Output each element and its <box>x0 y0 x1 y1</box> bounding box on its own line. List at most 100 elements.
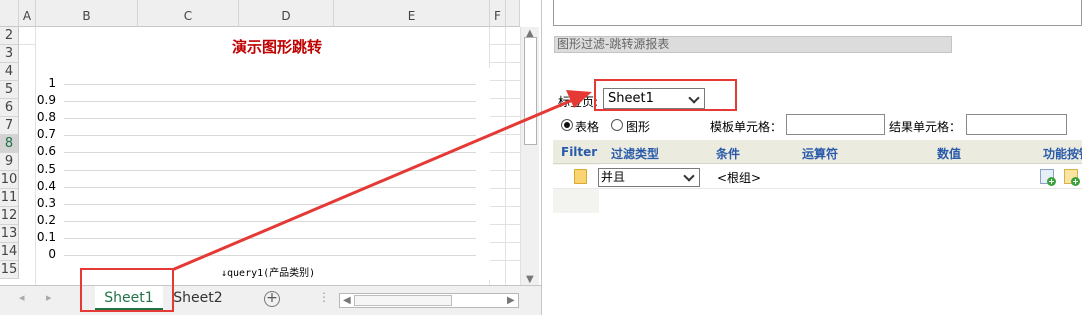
column-header-c[interactable]: C <box>138 0 239 27</box>
radio-chart[interactable] <box>611 119 623 131</box>
scroll-left-icon[interactable]: ◀ <box>343 295 351 306</box>
vertical-scrollbar[interactable]: ▲ ▼ <box>520 27 539 289</box>
y-gridline <box>64 237 476 239</box>
template-cell-input[interactable] <box>786 114 885 135</box>
header-operator: 运算符 <box>802 147 839 161</box>
header-condition: 条件 <box>716 147 741 161</box>
y-tick-label: 0.1 <box>36 229 56 244</box>
grid-line <box>490 116 520 117</box>
radio-chart-label: 图形 <box>626 120 651 134</box>
column-header-e[interactable]: E <box>334 0 490 27</box>
header-function-buttons: 功能按钮 <box>1043 147 1082 161</box>
horizontal-scrollbar[interactable]: ◀ ▶ <box>339 293 519 308</box>
row-header-6[interactable]: 6 <box>0 99 19 117</box>
grid-line <box>490 98 520 99</box>
section-title: 图形过滤-跳转源报表 <box>554 36 952 53</box>
grid-line <box>19 44 36 45</box>
column-header-f[interactable]: F <box>490 0 506 27</box>
result-cell-input[interactable] <box>966 114 1067 135</box>
row-header-2[interactable]: 2 <box>0 27 19 45</box>
header-value: 数值 <box>937 147 962 161</box>
row-header-7[interactable]: 7 <box>0 117 19 135</box>
radio-table-label: 表格 <box>575 120 600 134</box>
row-header-13[interactable]: 13 <box>0 225 19 243</box>
y-tick-label: 0.3 <box>36 195 56 210</box>
condition-root-group: <根组> <box>717 171 762 185</box>
add-sheet-icon[interactable]: + <box>264 291 280 307</box>
tab-splitter-icon[interactable]: ⋮ <box>318 290 330 304</box>
y-gridline <box>64 152 476 154</box>
row-header-3[interactable]: 3 <box>0 45 19 63</box>
annotation-box-sheet-tab <box>80 268 174 312</box>
grid-line <box>505 27 506 285</box>
tab-prev-icon[interactable]: ◂ <box>19 291 25 304</box>
y-gridline <box>64 118 476 120</box>
row-header-9[interactable]: 9 <box>0 153 19 171</box>
y-tick-label: 0.4 <box>36 178 56 193</box>
grid-line <box>490 80 520 81</box>
row-header-15[interactable]: 15 <box>0 261 19 279</box>
grid-line <box>490 62 520 63</box>
y-tick-label: 0.9 <box>36 93 56 108</box>
row-header-11[interactable]: 11 <box>0 189 19 207</box>
folder-icon[interactable] <box>574 169 587 184</box>
y-gridline <box>64 203 476 205</box>
result-cell-label: 结果单元格： <box>889 120 962 134</box>
filter-type-value: 并且 <box>601 170 626 184</box>
header-filter: Filter <box>561 145 598 159</box>
column-header-blank[interactable] <box>506 0 520 27</box>
header-filter-type: 过滤类型 <box>611 147 660 161</box>
y-tick-label: 1 <box>48 76 56 90</box>
top-input-field[interactable] <box>553 0 1082 26</box>
column-header-a[interactable]: A <box>19 0 36 27</box>
grid-line <box>490 224 520 225</box>
filter-config-panel: 图形过滤-跳转源报表 标签页: Sheet1 表格 图形 模板单元格： 结果单元… <box>553 0 1082 315</box>
y-gridline <box>64 220 476 222</box>
row-header-4[interactable]: 4 <box>0 63 19 81</box>
vertical-scroll-thumb[interactable] <box>524 37 537 145</box>
template-cell-label: 模板单元格： <box>710 120 783 134</box>
grid-line <box>490 206 520 207</box>
grid-line <box>490 170 520 171</box>
scroll-right-icon[interactable]: ▶ <box>507 295 515 306</box>
sheet-label: 标签页: <box>558 95 599 109</box>
y-gridline <box>64 255 476 256</box>
grid-line <box>490 260 520 261</box>
filter-table-header: Filter 过滤类型 条件 运算符 数值 功能按钮 <box>553 140 1082 164</box>
y-tick-label: 0 <box>48 247 56 261</box>
add-condition-icon[interactable]: + <box>1040 169 1056 186</box>
y-gridline <box>64 169 476 171</box>
chart-title: 演示图形跳转 <box>231 38 322 56</box>
column-header-d[interactable]: D <box>239 0 334 27</box>
chart-x-axis-label: ↓query1(产品类别) <box>221 268 316 279</box>
row-header-8[interactable]: 8 <box>0 135 19 153</box>
row-header-12[interactable]: 12 <box>0 207 19 225</box>
scroll-down-icon[interactable]: ▼ <box>526 274 534 285</box>
chevron-down-icon <box>683 170 695 182</box>
filter-type-select[interactable]: 并且 <box>598 168 700 187</box>
y-gridline <box>64 101 476 103</box>
column-header-b[interactable]: B <box>36 0 138 27</box>
y-tick-label: 0.2 <box>36 212 56 227</box>
grid-line <box>490 152 520 153</box>
row-header-10[interactable]: 10 <box>0 171 19 189</box>
grid-line <box>490 188 520 189</box>
filter-row: 并且 <根组> + + <box>553 165 1082 189</box>
chart-plot-area[interactable] <box>36 68 490 280</box>
tab-sheet2[interactable]: Sheet2 <box>168 286 228 310</box>
y-gridline <box>64 84 476 85</box>
annotation-box-sheet-select <box>594 79 737 111</box>
horizontal-scroll-thumb[interactable] <box>354 295 452 306</box>
row-header-5[interactable]: 5 <box>0 81 19 99</box>
select-all-corner[interactable] <box>0 0 19 27</box>
row-header-14[interactable]: 14 <box>0 243 19 261</box>
radio-table[interactable] <box>561 119 573 131</box>
y-tick-label: 0.8 <box>36 110 56 125</box>
y-tick-label: 0.7 <box>36 127 56 142</box>
grid-line <box>490 134 520 135</box>
tab-next-icon[interactable]: ▸ <box>46 291 52 304</box>
add-group-icon[interactable]: + <box>1064 169 1080 186</box>
y-gridline <box>64 135 476 137</box>
grid-line <box>490 242 520 243</box>
y-tick-label: 0.5 <box>36 161 56 176</box>
